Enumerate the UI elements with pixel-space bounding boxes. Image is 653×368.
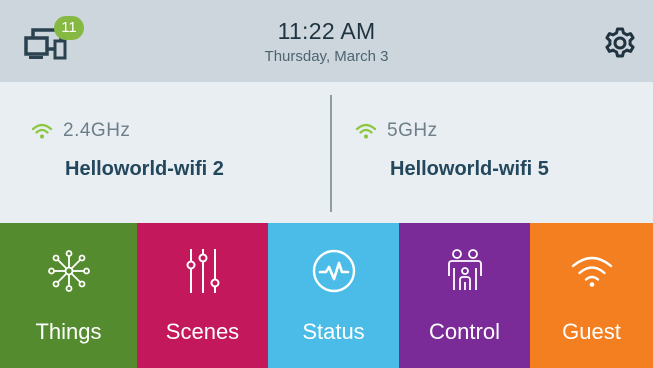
sliders-icon	[186, 249, 219, 293]
network-band-label: 5GHz	[387, 120, 438, 141]
gear-icon	[605, 27, 635, 58]
control-label: Control	[429, 319, 500, 344]
status-tile[interactable]: Status	[268, 223, 399, 368]
things-label: Things	[35, 319, 102, 344]
network-band: 2.4GHz	[31, 120, 130, 142]
network-ssid: Helloworld-wifi 2	[65, 158, 224, 180]
wifi-icon	[355, 123, 377, 139]
guest-label: Guest	[562, 319, 621, 344]
hub-network-icon	[47, 250, 90, 292]
status-label: Status	[302, 319, 365, 344]
current-date: Thursday, March 3	[264, 48, 389, 65]
header-bar: 11 11:22 AM Thursday, March 3	[0, 0, 653, 82]
pulse-icon	[312, 249, 355, 293]
network-band: 5GHz	[355, 120, 438, 142]
things-tile[interactable]: Things	[0, 223, 137, 368]
devices-button[interactable]: 11	[24, 16, 94, 66]
network-2-4ghz[interactable]: 2.4GHz Helloworld-wifi 2	[0, 82, 330, 223]
home-screen: 11 11:22 AM Thursday, March 3 2.4GHz Hel…	[0, 0, 653, 368]
scenes-label: Scenes	[165, 319, 240, 344]
control-tile[interactable]: Control	[399, 223, 530, 368]
network-5ghz[interactable]: 5GHz Helloworld-wifi 5	[331, 82, 653, 223]
scenes-tile[interactable]: Scenes	[137, 223, 268, 368]
network-ssid: Helloworld-wifi 5	[390, 158, 549, 180]
wifi-icon	[571, 256, 612, 287]
network-band-label: 2.4GHz	[63, 120, 131, 141]
family-icon	[447, 249, 482, 290]
wifi-networks-panel: 2.4GHz Helloworld-wifi 2 5GHz Helloworld…	[0, 82, 653, 223]
device-count-badge: 11	[54, 16, 84, 40]
wifi-icon	[31, 123, 53, 139]
main-menu-tiles: Things Scenes Status Control Guest	[0, 223, 653, 368]
clock: 11:22 AM Thursday, March 3	[0, 18, 653, 67]
settings-button[interactable]	[603, 26, 637, 60]
guest-tile[interactable]: Guest	[530, 223, 653, 368]
current-time: 11:22 AM	[277, 18, 376, 44]
